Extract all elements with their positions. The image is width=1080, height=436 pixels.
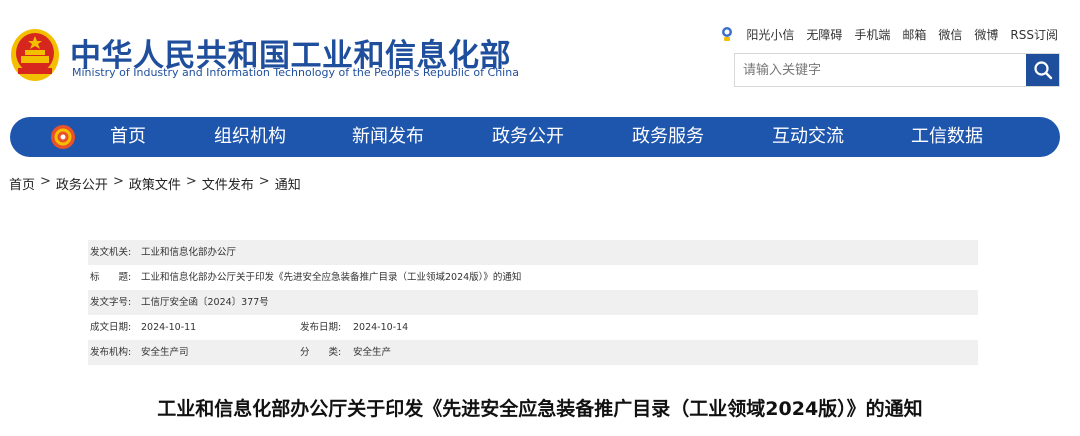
title-value: 工业和信息化部办公厅关于印发《先进安全应急装备推广目录（工业领域2024版）》的…: [141, 272, 522, 283]
site-header: 中华人民共和国工业和信息化部 Ministry of Industry and …: [0, 0, 1080, 110]
nav-item-data[interactable]: 工信数据: [911, 117, 983, 157]
organization-label: 发布机构:: [90, 347, 132, 358]
search-input[interactable]: [735, 54, 1027, 86]
written-date-value: 2024-10-11: [141, 322, 197, 333]
meta-row-organization: 发布机构: 安全生产司 分 类: 安全生产: [88, 340, 978, 365]
doc-number-label: 发文字号:: [90, 297, 132, 308]
breadcrumb-policy-documents[interactable]: 政策文件: [129, 174, 181, 193]
search-button[interactable]: [1026, 54, 1059, 86]
top-links: 阳光小信 无障碍 手机端 邮箱 微信 微博 RSS订阅: [720, 25, 1058, 43]
organization-value: 安全生产司: [141, 347, 189, 358]
breadcrumb-separator: >: [112, 174, 124, 189]
nav-item-government-services[interactable]: 政务服务: [632, 117, 704, 157]
site-title-english[interactable]: Ministry of Industry and Information Tec…: [72, 66, 519, 79]
nav-item-organization[interactable]: 组织机构: [214, 117, 286, 157]
toplink-mobile[interactable]: 手机端: [854, 26, 890, 43]
meta-row-issuer: 发文机关: 工业和信息化部办公厅: [88, 240, 978, 265]
national-emblem-icon[interactable]: [10, 28, 60, 82]
meta-row-dates: 成文日期: 2024-10-11 发布日期: 2024-10-14: [88, 315, 978, 340]
toplink-mailbox[interactable]: 邮箱: [902, 26, 926, 43]
sunshine-mascot-icon[interactable]: [720, 26, 734, 42]
meta-row-title: 标 题: 工业和信息化部办公厅关于印发《先进安全应急装备推广目录（工业领域202…: [88, 265, 978, 290]
toplink-wechat[interactable]: 微信: [938, 26, 962, 43]
toplink-accessibility[interactable]: 无障碍: [806, 26, 842, 43]
article-title: 工业和信息化部办公厅关于印发《先进安全应急装备推广目录（工业领域2024版）》的…: [157, 398, 923, 420]
search-box: [734, 53, 1060, 87]
document-metadata-table: 发文机关: 工业和信息化部办公厅 标 题: 工业和信息化部办公厅关于印发《先进安…: [88, 240, 978, 365]
nav-item-interaction[interactable]: 互动交流: [772, 117, 844, 157]
written-date-label: 成文日期:: [90, 322, 132, 333]
nav-item-home[interactable]: 首页: [110, 117, 146, 157]
breadcrumb-home[interactable]: 首页: [9, 174, 35, 193]
issuer-label: 发文机关:: [90, 247, 132, 258]
toplink-weibo[interactable]: 微博: [974, 26, 998, 43]
category-value: 安全生产: [353, 347, 392, 358]
search-icon: [1033, 61, 1052, 80]
breadcrumb-separator: >: [185, 174, 197, 189]
main-navigation: 首页 组织机构 新闻发布 政务公开 政务服务 互动交流 工信数据: [10, 117, 1060, 157]
miit-logo-icon[interactable]: [50, 124, 76, 150]
meta-row-doc-number: 发文字号: 工信厅安全函〔2024〕377号: [88, 290, 978, 315]
toplink-sunshine[interactable]: 阳光小信: [746, 26, 794, 43]
breadcrumb-document-release[interactable]: 文件发布: [202, 174, 254, 193]
nav-item-news[interactable]: 新闻发布: [352, 117, 424, 157]
category-label: 分 类:: [300, 347, 342, 358]
nav-item-government-affairs[interactable]: 政务公开: [492, 117, 564, 157]
breadcrumb-notice[interactable]: 通知: [275, 174, 301, 193]
issuer-value: 工业和信息化部办公厅: [141, 247, 237, 258]
breadcrumb-separator: >: [258, 174, 270, 189]
doc-number-value: 工信厅安全函〔2024〕377号: [141, 297, 269, 308]
breadcrumb-government-affairs[interactable]: 政务公开: [56, 174, 108, 193]
toplink-rss[interactable]: RSS订阅: [1010, 26, 1058, 43]
publish-date-label: 发布日期:: [300, 322, 342, 333]
breadcrumb-separator: >: [40, 174, 51, 189]
title-label: 标 题:: [90, 272, 132, 283]
publish-date-value: 2024-10-14: [353, 322, 409, 333]
breadcrumb: 首页 > 政务公开 > 政策文件 > 文件发布 > 通知: [9, 174, 301, 193]
